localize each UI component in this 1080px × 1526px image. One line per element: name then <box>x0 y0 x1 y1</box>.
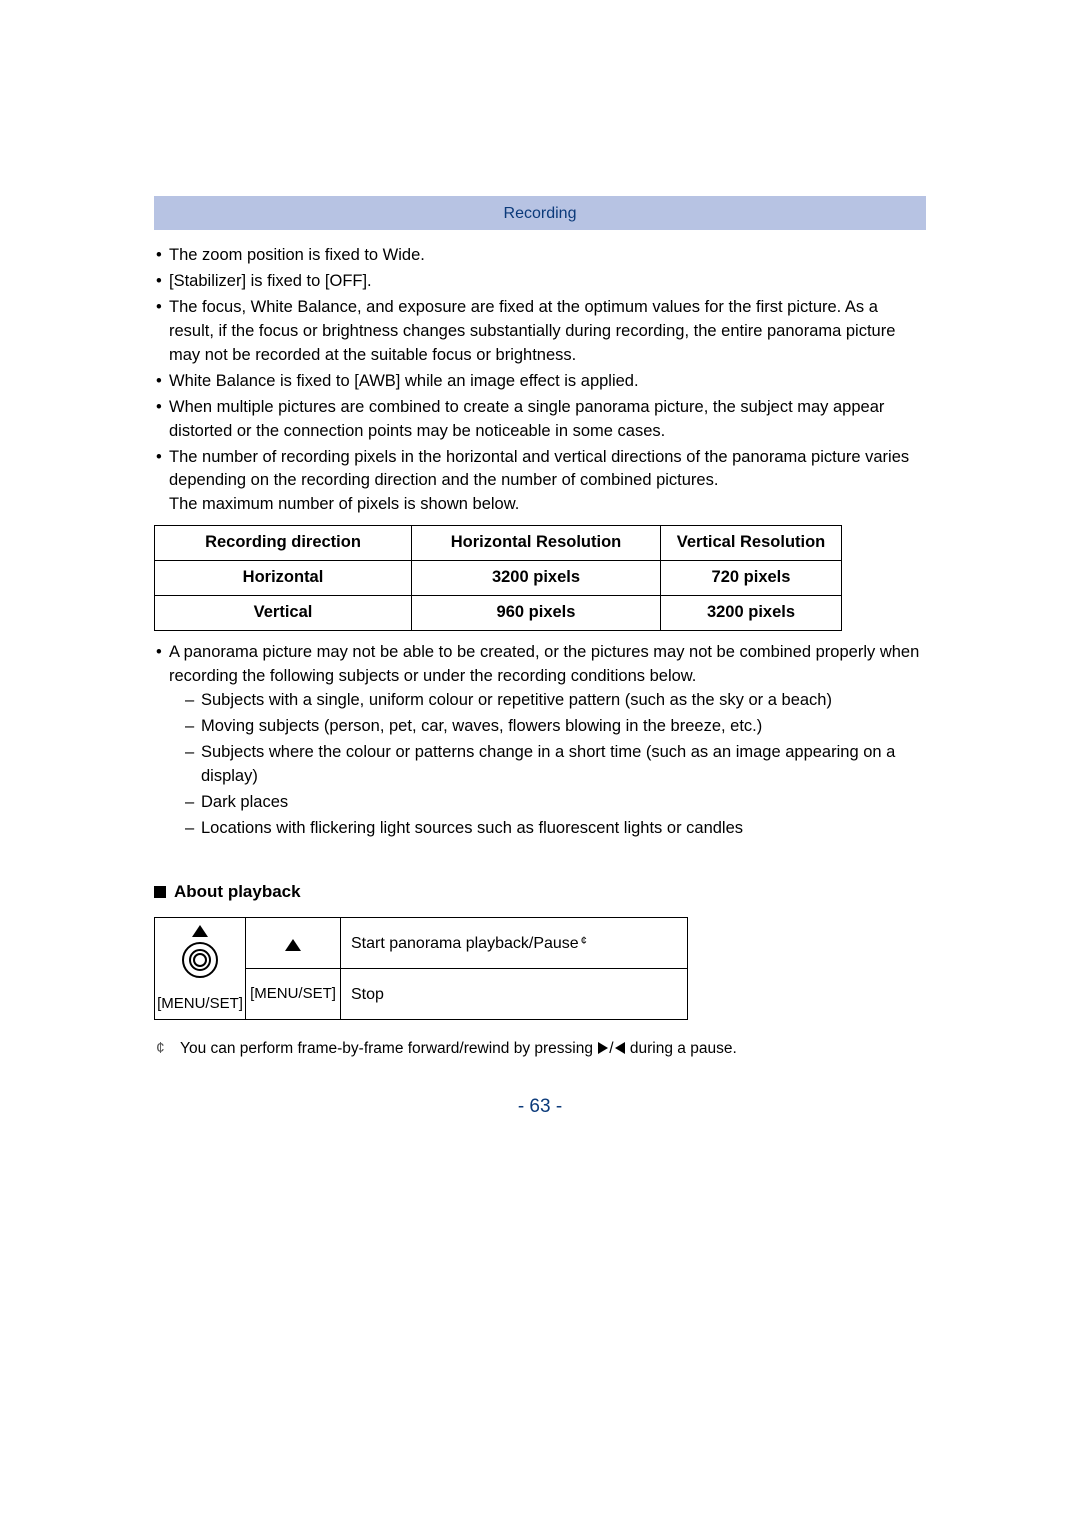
heading-text: About playback <box>174 882 301 901</box>
section-header-recording: Recording <box>154 196 926 230</box>
dash-item: Moving subjects (person, pet, car, waves… <box>185 715 926 739</box>
table-row: Vertical 960 pixels 3200 pixels <box>155 596 842 631</box>
footnote-text: You can perform frame-by-frame forward/r… <box>180 1040 597 1057</box>
about-playback-heading: About playback <box>154 880 926 905</box>
dpad-icon <box>169 929 231 991</box>
dash-list: Subjects with a single, uniform colour o… <box>185 689 926 841</box>
table-header-row: Recording direction Horizontal Resolutio… <box>155 526 842 561</box>
resolution-table: Recording direction Horizontal Resolutio… <box>154 525 842 631</box>
table-row: Horizontal 3200 pixels 720 pixels <box>155 561 842 596</box>
page-number: - 63 - <box>0 1093 1080 1121</box>
note-item: A panorama picture may not be able to be… <box>156 641 926 840</box>
triangle-up-icon <box>285 939 301 951</box>
menuset-label: [MENU/SET] <box>155 993 245 1015</box>
table-row: [MENU/SET] Start panorama playback/Pause… <box>155 918 688 969</box>
document-page: Recording The zoom position is fixed to … <box>0 0 1080 1526</box>
triangle-left-icon <box>615 1042 625 1054</box>
up-button-cell <box>246 918 341 969</box>
note-item: When multiple pictures are combined to c… <box>156 396 926 444</box>
note-item: The zoom position is fixed to Wide. <box>156 244 926 268</box>
table-cell: 3200 pixels <box>412 561 661 596</box>
menuset-button-cell: [MENU/SET] <box>246 969 341 1020</box>
dpad-diagram-cell: [MENU/SET] <box>155 918 246 1020</box>
note-item: The number of recording pixels in the ho… <box>156 446 926 518</box>
dash-item: Subjects where the colour or patterns ch… <box>185 741 926 789</box>
triangle-up-icon <box>192 925 208 937</box>
table-cell: 720 pixels <box>661 561 842 596</box>
up-desc-cell: Start panorama playback/Pause¢ <box>341 918 688 969</box>
note-item: The focus, White Balance, and exposure a… <box>156 296 926 368</box>
footnote: ¢ You can perform frame-by-frame forward… <box>156 1038 926 1060</box>
footnote-marker: ¢ <box>581 935 587 947</box>
dash-item: Dark places <box>185 791 926 815</box>
note-item: White Balance is fixed to [AWB] while an… <box>156 370 926 394</box>
set-button-icon <box>182 942 218 978</box>
square-bullet-icon <box>154 886 166 898</box>
dash-item: Subjects with a single, uniform colour o… <box>185 689 926 713</box>
table-cell: Vertical <box>155 596 412 631</box>
desc-text: Start panorama playback/Pause <box>351 935 579 952</box>
dash-item: Locations with flickering light sources … <box>185 817 926 841</box>
triangle-right-icon <box>598 1042 608 1054</box>
playback-table: [MENU/SET] Start panorama playback/Pause… <box>154 917 688 1020</box>
table-header: Horizontal Resolution <box>412 526 661 561</box>
note-item: [Stabilizer] is fixed to [OFF]. <box>156 270 926 294</box>
table-header: Vertical Resolution <box>661 526 842 561</box>
notes-list-top: The zoom position is fixed to Wide. [Sta… <box>156 244 926 517</box>
table-cell: 3200 pixels <box>661 596 842 631</box>
notes-list-bottom: A panorama picture may not be able to be… <box>156 641 926 840</box>
table-cell: 960 pixels <box>412 596 661 631</box>
menuset-desc-cell: Stop <box>341 969 688 1020</box>
footnote-text: during a pause. <box>626 1040 737 1057</box>
table-cell: Horizontal <box>155 561 412 596</box>
table-header: Recording direction <box>155 526 412 561</box>
footnote-marker: ¢ <box>156 1038 176 1060</box>
note-lead-text: A panorama picture may not be able to be… <box>169 643 919 685</box>
menuset-button-label: [MENU/SET] <box>250 985 336 1002</box>
